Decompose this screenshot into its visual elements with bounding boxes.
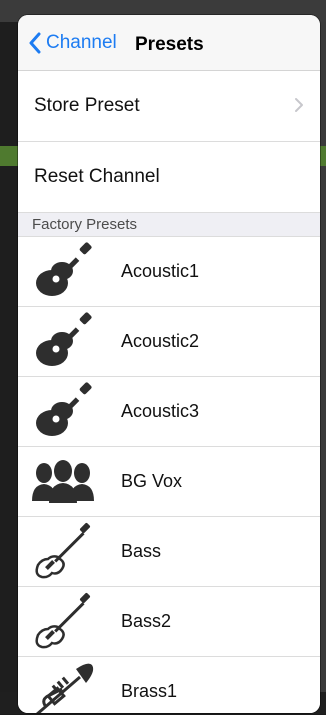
preset-label: Acoustic2: [121, 331, 200, 351]
preset-label: Bass: [121, 541, 162, 561]
background-left-strip: [0, 22, 18, 693]
trumpet-icon: [36, 663, 94, 713]
acoustic-guitar-icon: [36, 242, 92, 296]
preset-row-bg-vox[interactable]: BG Vox: [18, 447, 320, 517]
acoustic-guitar-icon: [36, 382, 92, 436]
preset-label: Acoustic3: [121, 401, 200, 421]
bass-guitar-icon: [35, 592, 91, 649]
preset-label: BG Vox: [121, 471, 183, 491]
preset-row-bass2[interactable]: Bass2: [18, 587, 320, 657]
preset-row-brass1[interactable]: Brass1: [18, 657, 320, 713]
store-preset-row[interactable]: Store Preset: [18, 71, 320, 142]
page-title: Presets: [135, 34, 204, 55]
acoustic-guitar-icon: [36, 312, 92, 366]
reset-channel-label: Reset Channel: [34, 166, 160, 187]
preset-row-bass[interactable]: Bass: [18, 517, 320, 587]
factory-presets-header: Factory Presets: [18, 213, 320, 237]
background-meter: [0, 146, 18, 166]
preset-row-acoustic2[interactable]: Acoustic2: [18, 307, 320, 377]
chevron-right-icon: [295, 98, 303, 112]
reset-channel-row[interactable]: Reset Channel: [18, 142, 320, 213]
back-button[interactable]: Channel: [28, 15, 117, 70]
presets-popover: Channel Presets Store Preset Reset Chann…: [18, 15, 320, 713]
bass-guitar-icon: [35, 522, 91, 579]
preset-label: Brass1: [121, 681, 178, 701]
chevron-left-icon: [29, 32, 41, 53]
preset-row-acoustic3[interactable]: Acoustic3: [18, 377, 320, 447]
back-button-label: Channel: [46, 31, 117, 53]
navigation-bar: Channel Presets: [18, 15, 320, 71]
preset-row-acoustic1[interactable]: Acoustic1: [18, 237, 320, 307]
preset-label: Bass2: [121, 611, 172, 631]
store-preset-label: Store Preset: [34, 95, 140, 116]
preset-label: Acoustic1: [121, 261, 200, 281]
vocal-group-icon: [32, 460, 94, 503]
